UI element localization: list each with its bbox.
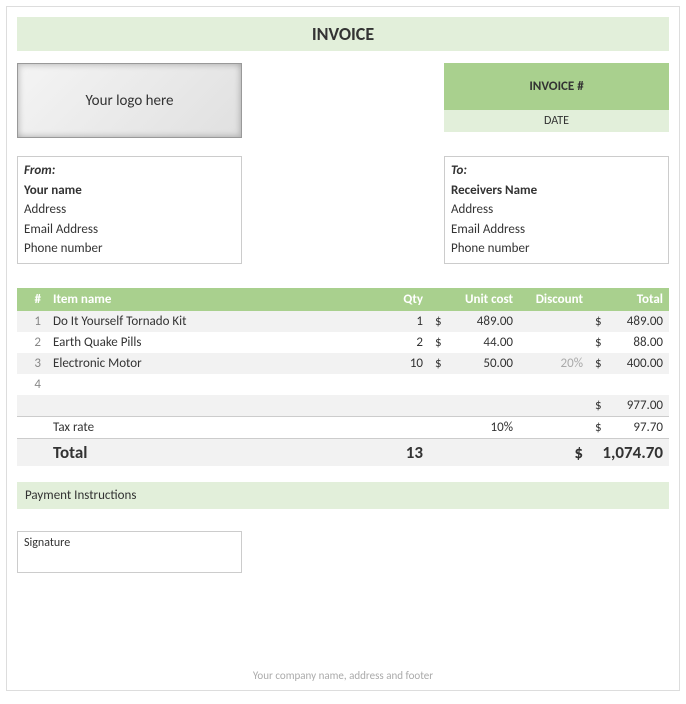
table-header-row: # Item name Qty Unit cost Discount Total <box>17 288 669 311</box>
to-name: Receivers Name <box>451 181 662 201</box>
tax-row: Tax rate 10% $97.70 <box>17 416 669 438</box>
cell-total <box>589 374 669 395</box>
cell-qty <box>379 374 429 395</box>
from-address: Address <box>24 200 235 220</box>
cell-qty: 1 <box>379 311 429 332</box>
cell-item <box>47 374 379 395</box>
footer: Your company name, address and footer <box>7 669 679 682</box>
payment-instructions: Payment Instructions <box>17 482 669 509</box>
from-block: From: Your name Address Email Address Ph… <box>17 156 242 264</box>
subtotal-val: 977.00 <box>627 398 663 413</box>
invoice-page: INVOICE Your logo here INVOICE # DATE Fr… <box>6 6 680 691</box>
invoice-number-label: INVOICE # <box>444 63 669 110</box>
title-bar: INVOICE <box>17 17 669 51</box>
total-qty: 13 <box>379 438 429 466</box>
logo-placeholder: Your logo here <box>17 63 242 138</box>
cell-total: $400.00 <box>589 353 669 374</box>
th-unitcost: Unit cost <box>429 288 519 311</box>
table-row: 3Electronic Motor10$50.0020%$400.00 <box>17 353 669 374</box>
parties: From: Your name Address Email Address Ph… <box>17 156 669 264</box>
invoice-meta: INVOICE # DATE <box>444 63 669 138</box>
table-row: 2Earth Quake Pills2$44.00$88.00 <box>17 332 669 353</box>
invoice-date-label: DATE <box>444 110 669 132</box>
from-phone: Phone number <box>24 239 235 259</box>
cell-unitcost: $44.00 <box>429 332 519 353</box>
subtotal-row: $977.00 <box>17 395 669 417</box>
to-label: To: <box>451 161 662 181</box>
from-email: Email Address <box>24 220 235 240</box>
to-phone: Phone number <box>451 239 662 259</box>
from-label: From: <box>24 161 235 181</box>
table-row: 1Do It Yourself Tornado Kit1$489.00$489.… <box>17 311 669 332</box>
th-total: Total <box>589 288 669 311</box>
top-block: Your logo here INVOICE # DATE <box>17 63 669 138</box>
cell-total: $88.00 <box>589 332 669 353</box>
th-discount: Discount <box>519 288 589 311</box>
tax-rate: 10% <box>429 416 519 438</box>
cell-num: 2 <box>17 332 47 353</box>
total-val: 1,074.70 <box>589 438 669 466</box>
total-label: Total <box>47 438 379 466</box>
cell-qty: 2 <box>379 332 429 353</box>
signature-box: Signature <box>17 531 242 573</box>
from-name: Your name <box>24 181 235 201</box>
items-table: # Item name Qty Unit cost Discount Total… <box>17 288 669 466</box>
tax-label: Tax rate <box>47 416 379 438</box>
cell-qty: 10 <box>379 353 429 374</box>
cell-num: 1 <box>17 311 47 332</box>
total-cur: $ <box>519 438 589 466</box>
cell-discount <box>519 332 589 353</box>
to-block: To: Receivers Name Address Email Address… <box>444 156 669 264</box>
cell-total: $489.00 <box>589 311 669 332</box>
cell-discount: 20% <box>519 353 589 374</box>
total-row: Total 13 $ 1,074.70 <box>17 438 669 466</box>
cell-unitcost: $489.00 <box>429 311 519 332</box>
th-qty: Qty <box>379 288 429 311</box>
tax-val: 97.70 <box>633 420 663 435</box>
tax-cur: $ <box>595 420 602 435</box>
cell-unitcost: $50.00 <box>429 353 519 374</box>
subtotal-cur: $ <box>595 398 602 413</box>
cell-discount <box>519 311 589 332</box>
cell-num: 4 <box>17 374 47 395</box>
th-num: # <box>17 288 47 311</box>
cell-item: Earth Quake Pills <box>47 332 379 353</box>
to-address: Address <box>451 200 662 220</box>
cell-item: Do It Yourself Tornado Kit <box>47 311 379 332</box>
cell-num: 3 <box>17 353 47 374</box>
th-item: Item name <box>47 288 379 311</box>
to-email: Email Address <box>451 220 662 240</box>
cell-unitcost <box>429 374 519 395</box>
cell-item: Electronic Motor <box>47 353 379 374</box>
table-row: 4 <box>17 374 669 395</box>
cell-discount <box>519 374 589 395</box>
